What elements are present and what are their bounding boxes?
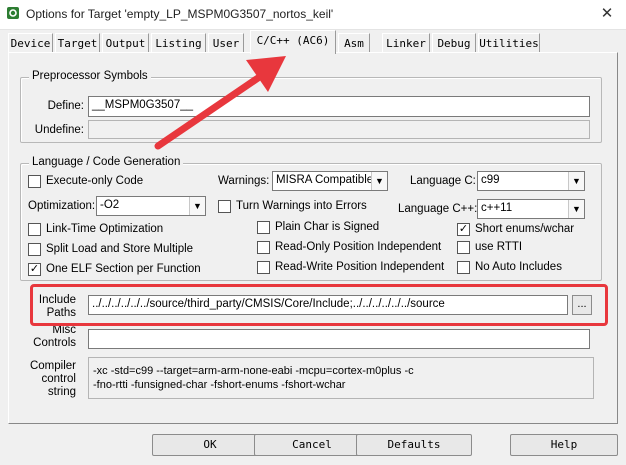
- no-auto-label: No Auto Includes: [475, 261, 562, 273]
- one-elf-checkbox[interactable]: ✓: [28, 263, 41, 276]
- compiler-label-line2: control: [41, 373, 76, 385]
- rw-pos-label: Read-Write Position Independent: [275, 261, 445, 273]
- plain-char-checkbox[interactable]: [257, 221, 270, 234]
- language-c-select[interactable]: c99 ▼: [477, 171, 585, 191]
- link-time-checkbox[interactable]: [28, 223, 41, 236]
- short-enums-checkbox[interactable]: ✓: [457, 223, 470, 236]
- defaults-button[interactable]: Defaults: [356, 434, 472, 456]
- compiler-line-2: -fno-rtti -funsigned-char -fshort-enums …: [93, 379, 346, 391]
- language-cpp-value: c++11: [481, 202, 513, 214]
- chevron-down-icon: ▼: [371, 172, 387, 190]
- compiler-label-line1: Compiler: [29, 360, 76, 372]
- preprocessor-title: Preprocessor Symbols: [29, 70, 151, 82]
- compiler-label-line3: string: [47, 386, 76, 398]
- compiler-line-1: -xc -std=c99 --target=arm-arm-none-eabi …: [93, 365, 414, 377]
- misc-label-line1: Misc: [52, 324, 76, 336]
- title-bar: Options for Target 'empty_LP_MSPM0G3507_…: [0, 0, 626, 30]
- language-cpp-select[interactable]: c++11 ▼: [477, 199, 585, 219]
- warnings-select[interactable]: MISRA Compatible ▼: [272, 171, 388, 191]
- ok-button[interactable]: OK: [152, 434, 268, 456]
- split-load-checkbox[interactable]: [28, 243, 41, 256]
- misc-controls-input[interactable]: [88, 329, 590, 349]
- close-icon[interactable]: ✕: [596, 4, 618, 24]
- tab-target[interactable]: Target: [55, 33, 100, 53]
- rw-pos-checkbox[interactable]: [257, 261, 270, 274]
- turn-warnings-checkbox[interactable]: [218, 200, 231, 213]
- include-label-line1: Include: [38, 294, 76, 306]
- split-load-label: Split Load and Store Multiple: [46, 243, 194, 255]
- tab-asm[interactable]: Asm: [338, 33, 370, 53]
- tab-user[interactable]: User: [208, 33, 244, 53]
- include-paths-input[interactable]: ../../../../../../source/third_party/CMS…: [88, 295, 568, 315]
- define-input[interactable]: __MSPM0G3507__: [88, 96, 590, 117]
- define-label: Define:: [47, 100, 84, 112]
- compiler-control-string[interactable]: -xc -std=c99 --target=arm-arm-none-eabi …: [88, 357, 594, 399]
- chevron-down-icon: ▼: [568, 200, 584, 218]
- turn-warnings-label: Turn Warnings into Errors: [236, 200, 367, 212]
- ro-pos-checkbox[interactable]: [257, 241, 270, 254]
- undefine-label: Undefine:: [34, 124, 84, 136]
- tab-debug[interactable]: Debug: [432, 33, 476, 53]
- use-rtti-label: use RTTI: [475, 241, 523, 253]
- ro-pos-label: Read-Only Position Independent: [275, 241, 442, 253]
- help-button[interactable]: Help: [510, 434, 618, 456]
- no-auto-checkbox[interactable]: [457, 261, 470, 274]
- language-cpp-label: Language C++:: [398, 203, 478, 215]
- language-c-value: c99: [481, 174, 500, 186]
- window-title: Options for Target 'empty_LP_MSPM0G3507_…: [26, 7, 334, 21]
- optimization-select[interactable]: -O2 ▼: [96, 196, 206, 216]
- keil-gear-icon: [7, 7, 19, 19]
- language-c-label: Language C:: [410, 175, 476, 187]
- optimization-label: Optimization:: [28, 200, 96, 212]
- warnings-value: MISRA Compatible: [276, 174, 374, 186]
- include-browse-button[interactable]: ...: [572, 295, 592, 315]
- execute-only-checkbox[interactable]: [28, 175, 41, 188]
- tab-listing[interactable]: Listing: [151, 33, 206, 53]
- chevron-down-icon: ▼: [189, 197, 205, 215]
- language-title: Language / Code Generation: [29, 156, 184, 168]
- cancel-button[interactable]: Cancel: [254, 434, 370, 456]
- undefine-input[interactable]: [88, 120, 590, 139]
- warnings-label: Warnings:: [218, 175, 270, 187]
- optimization-value: -O2: [100, 199, 120, 211]
- tab-utilities[interactable]: Utilities: [478, 33, 540, 53]
- one-elf-label: One ELF Section per Function: [46, 263, 201, 275]
- tab-device[interactable]: Device: [8, 33, 53, 53]
- tab-output[interactable]: Output: [102, 33, 149, 53]
- execute-only-label: Execute-only Code: [46, 175, 144, 187]
- misc-label-line2: Controls: [33, 337, 76, 349]
- tab-linker[interactable]: Linker: [382, 33, 430, 53]
- plain-char-label: Plain Char is Signed: [275, 221, 380, 233]
- include-label-line2: Paths: [46, 307, 76, 319]
- tab-cpp-ac6[interactable]: C/C++ (AC6): [250, 30, 336, 54]
- short-enums-label: Short enums/wchar: [475, 223, 575, 235]
- chevron-down-icon: ▼: [568, 172, 584, 190]
- link-time-label: Link-Time Optimization: [46, 223, 164, 235]
- use-rtti-checkbox[interactable]: [457, 241, 470, 254]
